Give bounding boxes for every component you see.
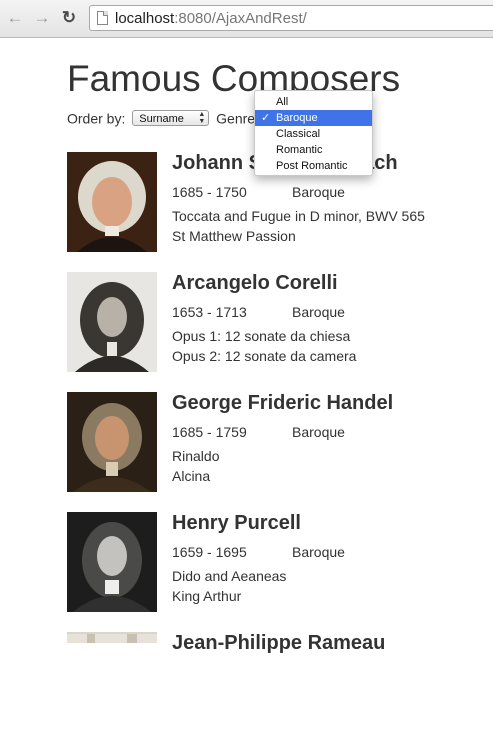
composer-portrait xyxy=(67,392,157,492)
url-text: localhost:8080/AjaxAndRest/ xyxy=(115,10,307,27)
back-arrow-icon[interactable]: ← xyxy=(6,9,24,27)
composer-portrait xyxy=(67,152,157,252)
composer-portrait xyxy=(67,272,157,372)
composer-name: George Frideric Handel xyxy=(172,392,394,414)
composer-work: King Arthur xyxy=(172,588,242,604)
url-path: :8080/AjaxAndRest/ xyxy=(174,10,307,27)
composer-work: Toccata and Fugue in D minor, BWV 565 xyxy=(172,208,425,224)
composer-portrait xyxy=(67,512,157,612)
browser-toolbar: ← → ↻ localhost:8080/AjaxAndRest/ xyxy=(0,0,493,38)
composer-item: Arcangelo Corelli 1653 - 1713 Baroque Op… xyxy=(67,272,467,372)
composer-work: Opus 1: 12 sonate da chiesa xyxy=(172,328,351,344)
genre-option-classical[interactable]: Classical xyxy=(255,126,372,142)
genre-option-post-romantic[interactable]: Post Romantic xyxy=(255,158,372,174)
url-host: localhost xyxy=(115,10,175,27)
composer-genre: Baroque xyxy=(292,544,345,560)
genre-dropdown-menu[interactable]: All ✓ Baroque Classical Romantic Post Rom… xyxy=(254,90,373,176)
composer-genre: Baroque xyxy=(292,304,345,320)
composer-years: 1659 - 1695 xyxy=(172,544,247,560)
composer-work: Alcina xyxy=(172,468,211,484)
composer-genre: Baroque xyxy=(292,184,345,200)
composer-years: 1685 - 1759 xyxy=(172,424,247,440)
composer-work: Opus 2: 12 sonate da camera xyxy=(172,348,357,364)
genre-option-romantic[interactable]: Romantic xyxy=(255,142,372,158)
filter-controls: Order by: Surname ▲ ▼ Genres xyxy=(67,109,262,127)
select-arrows-icon: ▲ ▼ xyxy=(198,111,206,126)
composer-item: Henry Purcell 1659 - 1695 Baroque Dido a… xyxy=(67,512,467,612)
composer-name: Arcangelo Corelli xyxy=(172,272,338,294)
page-icon xyxy=(97,11,108,25)
composer-item: Jean-Philippe Rameau xyxy=(67,632,467,732)
composer-portrait xyxy=(67,632,157,643)
order-select[interactable]: Surname ▲ ▼ xyxy=(132,110,210,127)
composer-genre: Baroque xyxy=(292,424,345,440)
checkmark-icon: ✓ xyxy=(261,112,271,124)
order-select-value: Surname xyxy=(139,113,184,126)
genre-option-baroque[interactable]: ✓ Baroque xyxy=(255,110,372,126)
composer-item: George Frideric Handel 1685 - 1759 Baroq… xyxy=(67,392,467,492)
composer-name: Jean-Philippe Rameau xyxy=(172,632,386,654)
reload-icon[interactable]: ↻ xyxy=(60,9,78,27)
composer-years: 1685 - 1750 xyxy=(172,184,247,200)
genre-option-all[interactable]: All xyxy=(255,94,372,110)
composer-work: Rinaldo xyxy=(172,448,220,464)
composer-name: Henry Purcell xyxy=(172,512,301,534)
composer-work: St Matthew Passion xyxy=(172,228,296,244)
composer-years: 1653 - 1713 xyxy=(172,304,247,320)
composer-work: Dido and Aeaneas xyxy=(172,568,287,584)
order-label: Order by: xyxy=(67,110,126,127)
forward-arrow-icon[interactable]: → xyxy=(33,9,51,27)
address-bar[interactable]: localhost:8080/AjaxAndRest/ xyxy=(89,5,493,31)
